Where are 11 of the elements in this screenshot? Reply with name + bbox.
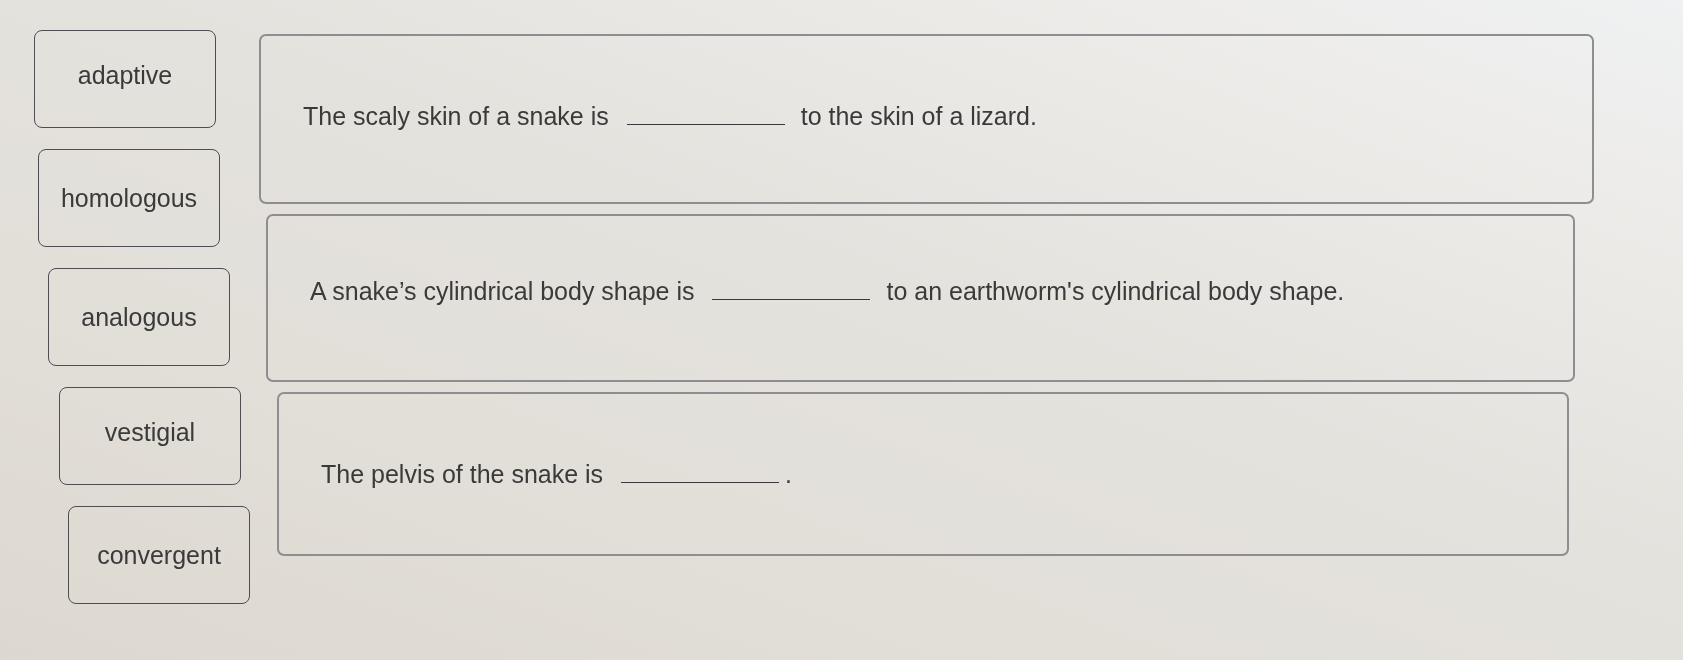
word-tile[interactable]: adaptive xyxy=(34,30,216,128)
statement-text: . xyxy=(785,459,793,490)
statement-text: A snake’s cylindrical body shape is xyxy=(310,276,695,307)
word-tile[interactable]: vestigial xyxy=(59,387,241,485)
word-tile[interactable]: convergent xyxy=(68,506,250,604)
statement-text: The pelvis of the snake is xyxy=(321,459,604,490)
statement-text: to the skin of a lizard. xyxy=(800,101,1037,132)
word-tile[interactable]: analogous xyxy=(48,268,230,366)
statement-text: to an earthworm's cylindrical body shape. xyxy=(886,276,1345,307)
word-tile[interactable]: homologous xyxy=(38,149,220,247)
statement-text: The scaly skin of a snake is xyxy=(303,101,609,132)
